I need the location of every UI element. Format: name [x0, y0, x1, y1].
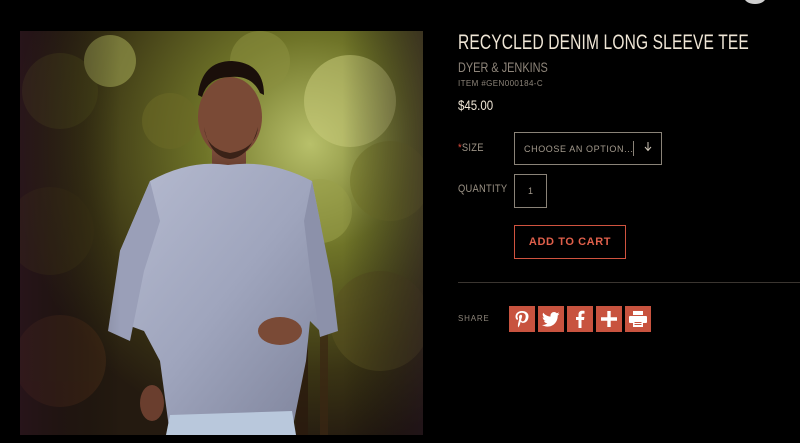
- size-label-text: SIZE: [461, 142, 484, 154]
- add-to-cart-button[interactable]: ADD TO CART: [514, 225, 626, 259]
- share-label: SHARE: [458, 314, 490, 323]
- product-title: RECYCLED DENIM LONG SLEEVE TEE: [458, 31, 749, 54]
- product-price: $45.00: [458, 97, 494, 113]
- quantity-input[interactable]: [514, 174, 547, 208]
- size-select[interactable]: CHOOSE AN OPTION...: [514, 132, 662, 165]
- corner-button[interactable]: [744, 0, 766, 4]
- share-buttons: [509, 306, 651, 332]
- product-brand[interactable]: DYER & JENKINS: [458, 59, 548, 75]
- pinterest-icon[interactable]: [509, 306, 535, 332]
- print-icon[interactable]: [625, 306, 651, 332]
- size-select-value: CHOOSE AN OPTION...: [524, 143, 634, 154]
- twitter-icon[interactable]: [538, 306, 564, 332]
- plus-icon[interactable]: [596, 306, 622, 332]
- arrow-down-icon: [634, 142, 661, 155]
- quantity-label: QUANTITY: [458, 183, 508, 195]
- facebook-icon[interactable]: [567, 306, 593, 332]
- product-photo: [20, 31, 423, 435]
- divider: [458, 282, 800, 283]
- product-sku: ITEM #GEN000184-C: [458, 79, 544, 88]
- size-label: *SIZE: [458, 142, 484, 154]
